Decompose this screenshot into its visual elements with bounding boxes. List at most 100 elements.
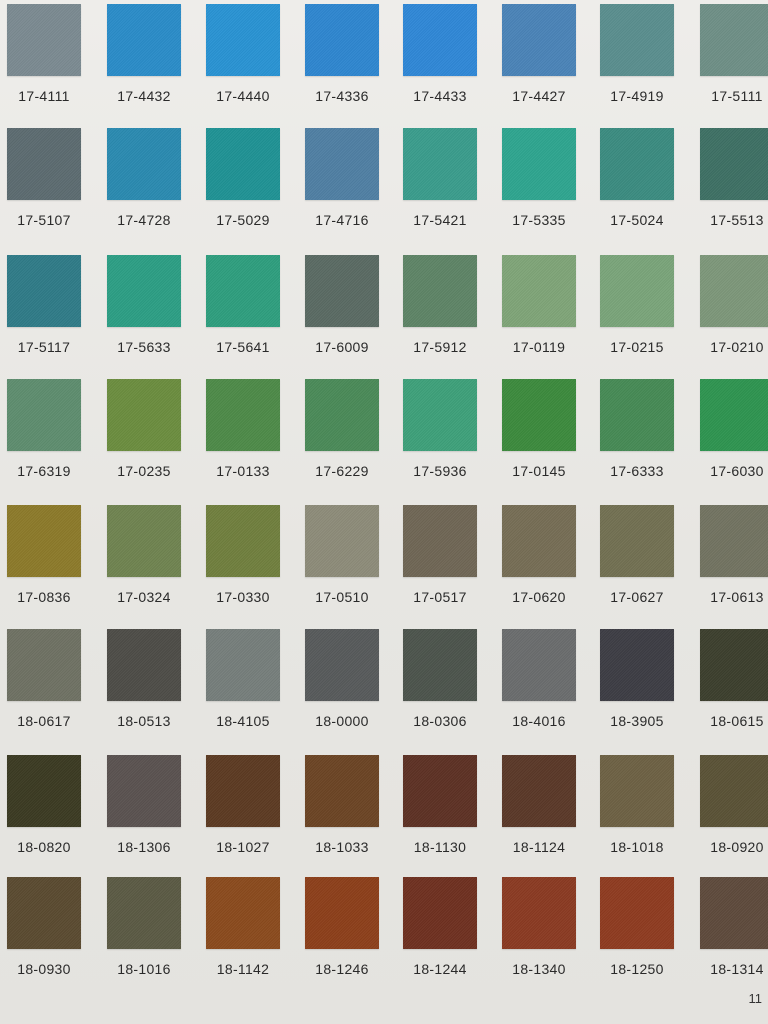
color-code-label: 17-5029 <box>216 212 270 228</box>
color-swatch: 18-0306 <box>403 629 477 739</box>
color-code-label: 17-5421 <box>413 212 467 228</box>
color-swatch: 18-1340 <box>502 877 576 987</box>
color-code-label: 17-6009 <box>315 339 369 355</box>
color-code-label: 17-0836 <box>17 589 71 605</box>
color-chip <box>600 128 674 200</box>
color-swatch: 17-5111 <box>700 4 768 114</box>
color-swatch: 17-4728 <box>107 128 181 238</box>
color-chip <box>403 877 477 949</box>
color-chip <box>206 4 280 76</box>
color-code-label: 18-1306 <box>117 839 171 855</box>
color-swatch: 17-0235 <box>107 379 181 489</box>
color-chip <box>700 4 768 76</box>
color-swatch: 17-4919 <box>600 4 674 114</box>
color-swatch: 17-5936 <box>403 379 477 489</box>
color-code-label: 18-0920 <box>710 839 764 855</box>
color-code-label: 18-1340 <box>512 961 566 977</box>
color-swatch: 18-0617 <box>7 629 81 739</box>
color-code-label: 18-0930 <box>17 961 71 977</box>
color-code-label: 17-4427 <box>512 88 566 104</box>
color-code-label: 17-6319 <box>17 463 71 479</box>
color-swatch: 17-0510 <box>305 505 379 615</box>
swatch-row: 17-5107 17-4728 17-5029 17-4716 17-5421 17-53… <box>0 128 768 238</box>
color-code-label: 18-4105 <box>216 713 270 729</box>
color-chip <box>305 4 379 76</box>
color-chip <box>7 629 81 701</box>
color-code-label: 17-4919 <box>610 88 664 104</box>
color-chip <box>107 629 181 701</box>
color-code-label: 17-4440 <box>216 88 270 104</box>
color-chip <box>403 255 477 327</box>
color-swatch: 17-0620 <box>502 505 576 615</box>
swatch-row: 18-0617 18-0513 18-4105 18-0000 18-0306 18-40… <box>0 629 768 739</box>
color-chip <box>600 877 674 949</box>
color-chip <box>107 755 181 827</box>
color-code-label: 17-5513 <box>710 212 764 228</box>
color-swatch: 18-0615 <box>700 629 768 739</box>
color-code-label: 18-0617 <box>17 713 71 729</box>
swatch-row: 17-0836 17-0324 17-0330 17-0510 17-0517 17-06… <box>0 505 768 615</box>
color-chip <box>600 629 674 701</box>
color-chip <box>206 255 280 327</box>
color-code-label: 17-4728 <box>117 212 171 228</box>
color-swatch: 18-1250 <box>600 877 674 987</box>
color-chip <box>502 877 576 949</box>
color-code-label: 17-4716 <box>315 212 369 228</box>
color-code-label: 17-0324 <box>117 589 171 605</box>
page-number: 11 <box>748 991 763 1006</box>
color-code-label: 18-1244 <box>413 961 467 977</box>
color-chip <box>700 379 768 451</box>
color-swatch: 17-4433 <box>403 4 477 114</box>
color-swatch: 17-0119 <box>502 255 576 365</box>
color-swatch: 17-5107 <box>7 128 81 238</box>
color-code-label: 17-6030 <box>710 463 764 479</box>
color-swatch: 17-5117 <box>7 255 81 365</box>
color-chip <box>700 877 768 949</box>
color-swatch: 17-4432 <box>107 4 181 114</box>
color-swatch: 17-0517 <box>403 505 477 615</box>
color-swatch: 17-5633 <box>107 255 181 365</box>
color-code-label: 17-5117 <box>17 339 71 355</box>
color-chip <box>206 877 280 949</box>
color-swatch: 17-0215 <box>600 255 674 365</box>
color-chip <box>7 877 81 949</box>
color-swatch: 18-0000 <box>305 629 379 739</box>
color-chip <box>502 629 576 701</box>
color-code-label: 18-0000 <box>315 713 369 729</box>
color-code-label: 17-5641 <box>216 339 270 355</box>
color-code-label: 18-0615 <box>710 713 764 729</box>
color-chip <box>403 629 477 701</box>
color-chip <box>305 379 379 451</box>
color-swatch: 18-1018 <box>600 755 674 865</box>
color-chip <box>7 255 81 327</box>
color-code-label: 18-4016 <box>512 713 566 729</box>
color-code-label: 17-0613 <box>710 589 764 605</box>
color-chip <box>206 128 280 200</box>
color-swatch: 18-1246 <box>305 877 379 987</box>
color-chart-page: 17-4111 17-4432 17-4440 17-4336 17-4433 17-44… <box>0 0 768 1024</box>
color-code-label: 17-5111 <box>711 88 763 104</box>
color-chip <box>305 505 379 577</box>
color-chip <box>107 877 181 949</box>
color-chip <box>502 379 576 451</box>
color-swatch: 18-4105 <box>206 629 280 739</box>
color-swatch: 18-1306 <box>107 755 181 865</box>
color-code-label: 17-0119 <box>512 339 566 355</box>
swatch-row: 17-6319 17-0235 17-0133 17-6229 17-5936 17-01… <box>0 379 768 489</box>
color-code-label: 17-0210 <box>710 339 764 355</box>
color-code-label: 17-4336 <box>315 88 369 104</box>
color-swatch: 17-0324 <box>107 505 181 615</box>
color-code-label: 17-0330 <box>216 589 270 605</box>
color-swatch: 17-5335 <box>502 128 576 238</box>
color-code-label: 18-0513 <box>117 713 171 729</box>
color-swatch: 17-4716 <box>305 128 379 238</box>
color-chip <box>206 629 280 701</box>
color-code-label: 18-1018 <box>610 839 664 855</box>
color-code-label: 17-0510 <box>315 589 369 605</box>
color-code-label: 18-1142 <box>216 961 270 977</box>
color-chip <box>502 128 576 200</box>
color-code-label: 17-0517 <box>413 589 467 605</box>
color-swatch: 18-3905 <box>600 629 674 739</box>
color-chip <box>107 4 181 76</box>
color-chip <box>305 255 379 327</box>
